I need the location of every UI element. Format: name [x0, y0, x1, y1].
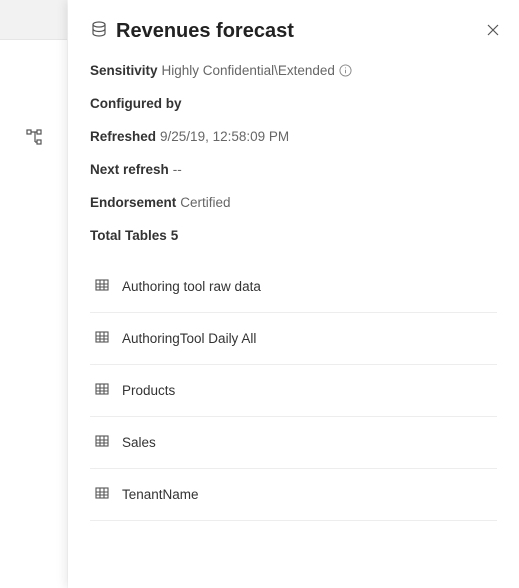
close-button[interactable] [485, 22, 501, 43]
table-name: Products [122, 383, 175, 398]
total-tables-label: Total Tables [90, 228, 167, 243]
endorsement-value: Certified [180, 195, 230, 210]
refreshed-row: Refreshed 9/25/19, 12:58:09 PM [90, 129, 497, 144]
table-row[interactable]: Authoring tool raw data [90, 261, 497, 313]
next-refresh-label: Next refresh [90, 162, 169, 177]
table-icon [94, 329, 110, 348]
left-rail [0, 0, 68, 588]
details-panel: Revenues forecast Sensitivity Highly Con… [68, 0, 519, 588]
endorsement-label: Endorsement [90, 195, 176, 210]
table-name: Authoring tool raw data [122, 279, 261, 294]
panel-title: Revenues forecast [116, 20, 294, 43]
table-icon [94, 433, 110, 452]
dataset-icon [90, 20, 108, 43]
tables-list: Authoring tool raw data AuthoringTool Dai… [90, 261, 497, 521]
table-name: TenantName [122, 487, 199, 502]
table-name: AuthoringTool Daily All [122, 331, 256, 346]
sensitivity-row: Sensitivity Highly Confidential\Extended [90, 63, 497, 78]
configured-label: Configured by [90, 96, 182, 111]
table-icon [94, 381, 110, 400]
next-refresh-row: Next refresh -- [90, 162, 497, 177]
sensitivity-label: Sensitivity [90, 63, 158, 78]
table-icon [94, 277, 110, 296]
refreshed-label: Refreshed [90, 129, 156, 144]
left-rail-header [0, 0, 67, 40]
table-row[interactable]: AuthoringTool Daily All [90, 313, 497, 365]
sensitivity-value: Highly Confidential\Extended [162, 63, 335, 78]
total-tables-row: Total Tables 5 [90, 228, 497, 243]
table-row[interactable]: TenantName [90, 469, 497, 521]
endorsement-row: Endorsement Certified [90, 195, 497, 210]
next-refresh-value: -- [173, 162, 182, 177]
total-tables-value: 5 [171, 228, 179, 243]
table-row[interactable]: Products [90, 365, 497, 417]
table-name: Sales [122, 435, 156, 450]
info-icon[interactable] [339, 64, 352, 77]
configured-row: Configured by [90, 96, 497, 111]
table-icon [94, 485, 110, 504]
table-row[interactable]: Sales [90, 417, 497, 469]
panel-header: Revenues forecast [90, 20, 497, 43]
refreshed-value: 9/25/19, 12:58:09 PM [160, 129, 289, 144]
lineage-icon[interactable] [0, 128, 68, 146]
